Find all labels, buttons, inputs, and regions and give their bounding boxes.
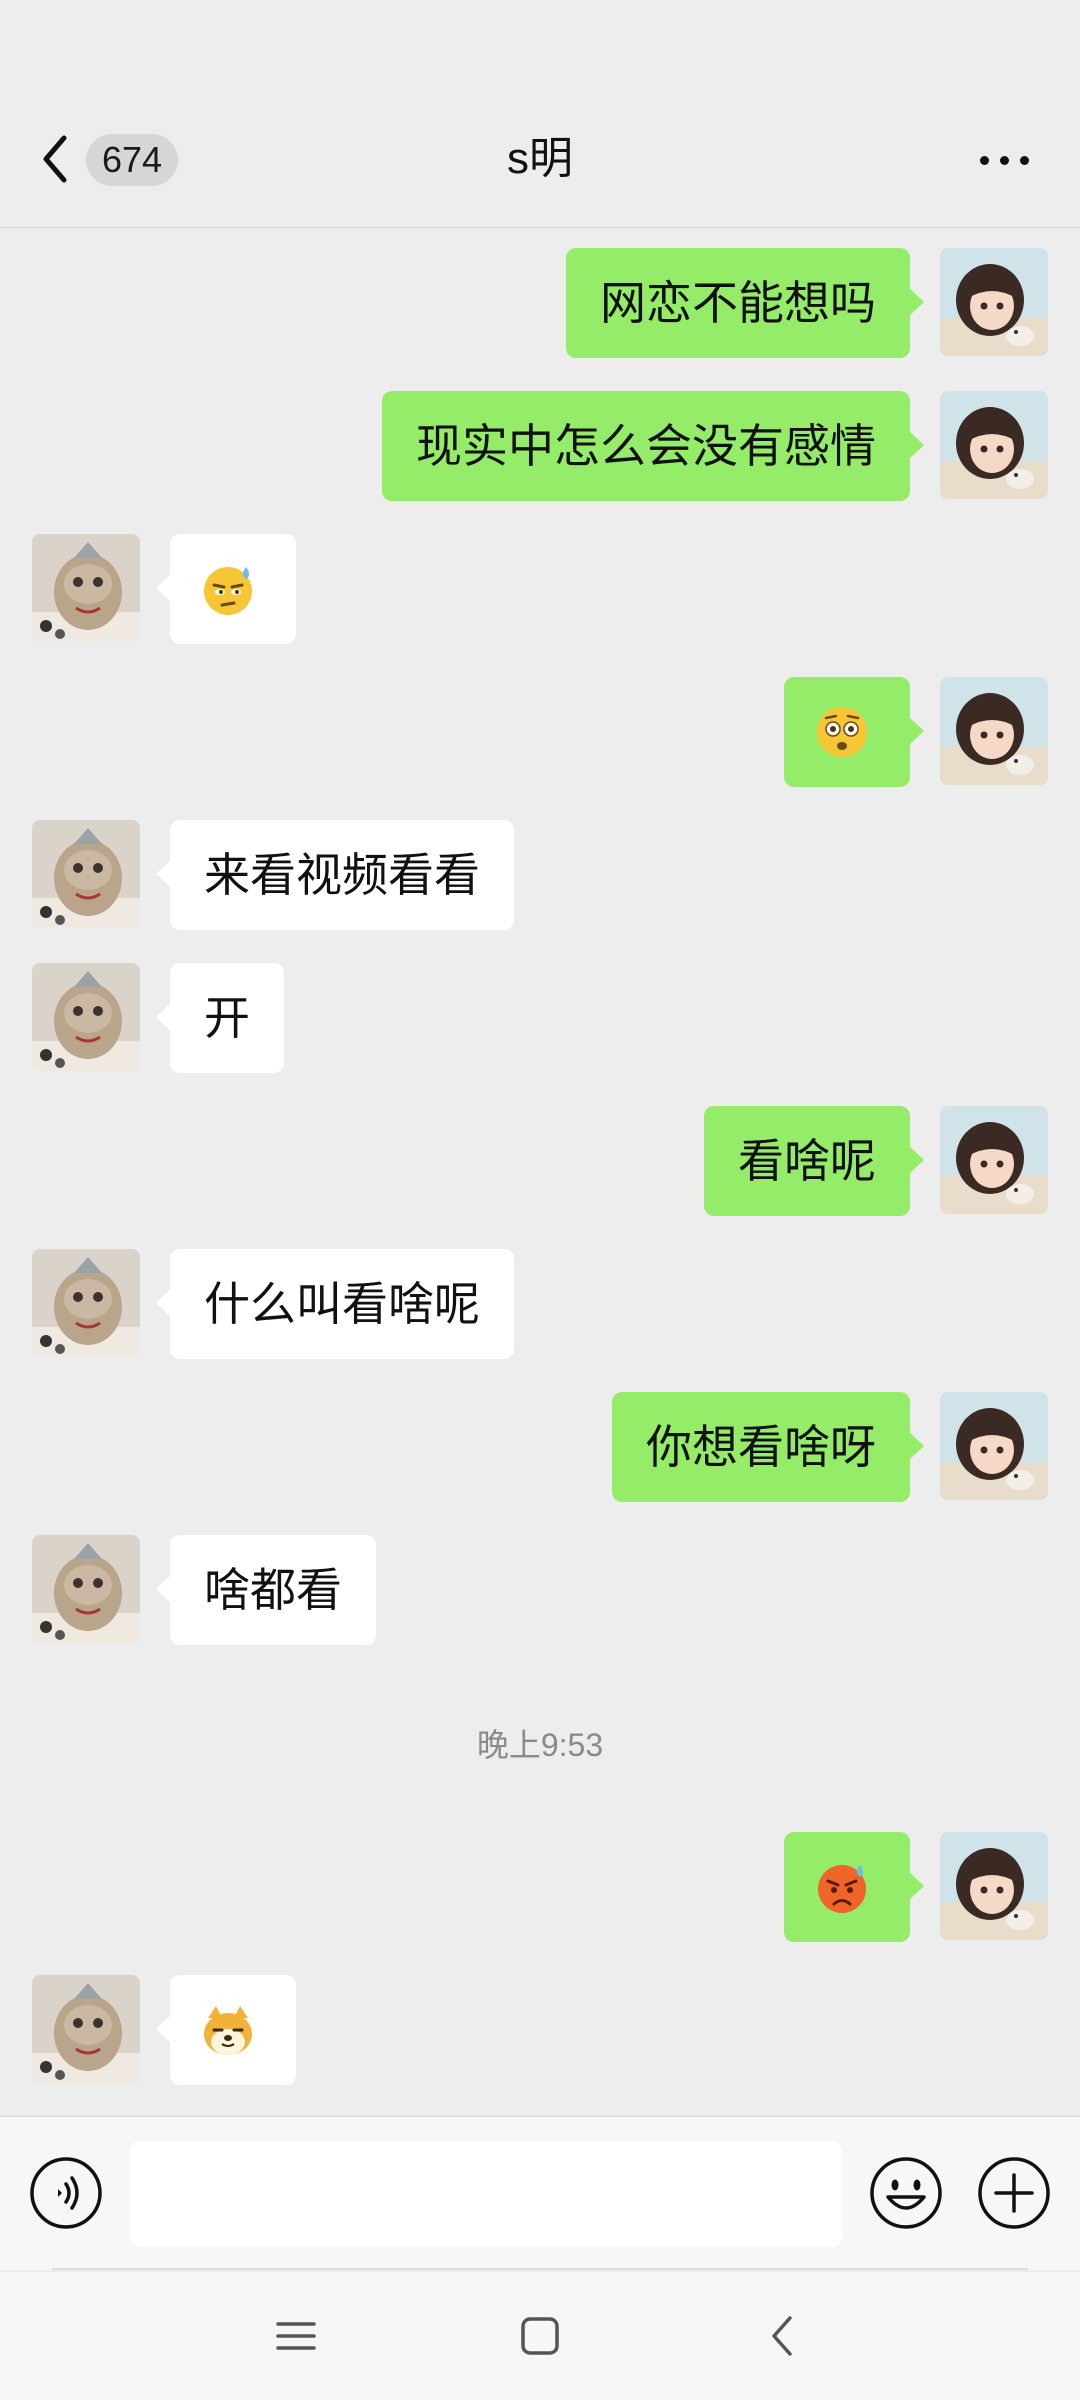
incoming-message-bubble[interactable]: 开: [156, 963, 284, 1073]
my-avatar[interactable]: [940, 248, 1048, 356]
contact-avatar[interactable]: [32, 1249, 140, 1357]
emoji-picker-button[interactable]: [868, 2155, 944, 2231]
incoming-message-bubble[interactable]: 来看视频看看: [156, 820, 514, 930]
contact-avatar[interactable]: [32, 1975, 140, 2083]
angry-sweat-emoji-icon: [818, 1865, 866, 1913]
doge-emoji-icon: [204, 2006, 252, 2055]
divider: [52, 2268, 1028, 2270]
outgoing-message-bubble[interactable]: 看啥呢: [704, 1106, 924, 1216]
home-button[interactable]: [510, 2306, 570, 2366]
menu-icon: [276, 2322, 316, 2350]
message-timestamp: 晚上9:53: [476, 1727, 604, 1763]
smirk-sweat-emoji-icon: [204, 567, 252, 615]
outgoing-emoji-bubble[interactable]: [784, 677, 924, 787]
voice-input-button[interactable]: [28, 2155, 104, 2231]
square-icon: [521, 2317, 559, 2355]
chat-screen: 674 s明 网恋不能想吗 现实中怎么会没有感情 来看视频看看 开 看啥呢 什么…: [0, 0, 1080, 2400]
recent-apps-button[interactable]: [266, 2306, 326, 2366]
my-avatar[interactable]: [940, 391, 1048, 499]
incoming-emoji-bubble[interactable]: [156, 1975, 296, 2085]
my-avatar[interactable]: [940, 1106, 1048, 1214]
flushed-emoji-icon: [817, 707, 867, 757]
my-avatar[interactable]: [940, 1832, 1048, 1940]
more-dots-icon: [980, 156, 989, 165]
plus-icon: [978, 2157, 1050, 2229]
outgoing-emoji-bubble[interactable]: [784, 1832, 924, 1942]
incoming-message-bubble[interactable]: 什么叫看啥呢: [156, 1249, 514, 1359]
chat-title: s明: [507, 134, 573, 183]
outgoing-message-bubble[interactable]: 你想看啥呀: [612, 1392, 924, 1502]
outgoing-message-bubble[interactable]: 现实中怎么会没有感情: [382, 391, 924, 501]
chevron-left-icon: [43, 135, 67, 183]
voice-icon: [30, 2157, 102, 2229]
more-options-button[interactable]: [976, 140, 1032, 180]
contact-avatar[interactable]: [32, 820, 140, 928]
chevron-left-icon: [772, 2316, 792, 2356]
chat-header: 674 s明: [0, 0, 1080, 228]
my-avatar[interactable]: [940, 1392, 1048, 1500]
my-avatar[interactable]: [940, 677, 1048, 785]
unread-count-badge[interactable]: 674: [86, 134, 178, 186]
system-back-button[interactable]: [754, 2306, 814, 2366]
contact-avatar[interactable]: [32, 534, 140, 642]
message-input-bar: [0, 2116, 1080, 2270]
outgoing-message-bubble[interactable]: 网恋不能想吗: [566, 248, 924, 358]
contact-avatar[interactable]: [32, 963, 140, 1071]
system-navigation-bar: [0, 2272, 1080, 2400]
smiley-icon: [870, 2157, 942, 2229]
message-text-input[interactable]: [130, 2141, 842, 2247]
contact-avatar[interactable]: [32, 1535, 140, 1643]
back-button[interactable]: [34, 124, 76, 194]
more-functions-button[interactable]: [976, 2155, 1052, 2231]
incoming-emoji-bubble[interactable]: [156, 534, 296, 644]
incoming-message-bubble[interactable]: 啥都看: [156, 1535, 376, 1645]
